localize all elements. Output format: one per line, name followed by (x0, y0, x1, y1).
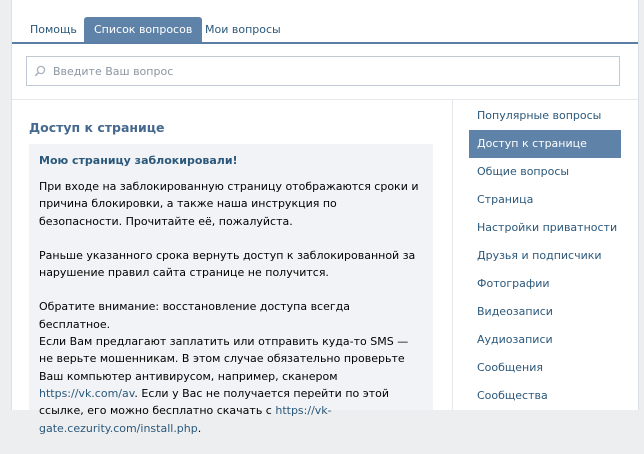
sidebar-item-popular[interactable]: Популярные вопросы (469, 102, 621, 130)
search-box[interactable] (26, 56, 620, 86)
answer-line: Обратите внимание: восстановление доступ… (39, 300, 350, 331)
section-heading: Доступ к странице (29, 120, 165, 135)
tab-help[interactable]: Помощь (20, 17, 87, 42)
sidebar-item-photos[interactable]: Фотографии (469, 270, 621, 298)
sidebar-item-videos[interactable]: Видеозаписи (469, 298, 621, 326)
sidebar-item-communities[interactable]: Сообщества (469, 382, 621, 410)
tab-question-list[interactable]: Список вопросов (84, 17, 203, 42)
search-icon (27, 57, 53, 85)
answer-paragraph-1: При входе на заблокированную страницу от… (39, 180, 419, 228)
tab-bar: Помощь Список вопросов Мои вопросы (12, 17, 638, 44)
sidebar-item-friends[interactable]: Друзья и подписчики (469, 242, 621, 270)
main-content: Доступ к странице Мою страницу заблокиро… (12, 101, 452, 435)
sidebar-item-page[interactable]: Страница (469, 186, 621, 214)
answer-paragraph-3: Обратите внимание: восстановление доступ… (39, 298, 423, 436)
tab-my-questions[interactable]: Мои вопросы (195, 17, 291, 42)
question-card: Мою страницу заблокировали! При входе на… (29, 144, 433, 435)
sidebar-item-general[interactable]: Общие вопросы (469, 158, 621, 186)
antivirus-link[interactable]: https://vk.com/av (39, 387, 134, 400)
sidebar-item-privacy[interactable]: Настройки приватности (469, 214, 621, 242)
question-title[interactable]: Мою страницу заблокировали! (39, 154, 238, 167)
answer-paragraph-2: Раньше указанного срока вернуть доступ к… (39, 248, 416, 280)
search-input[interactable] (53, 58, 619, 84)
answer-line: Если Вам предлагают заплатить или отправ… (39, 335, 409, 383)
sidebar-item-messages[interactable]: Сообщения (469, 354, 621, 382)
sidebar-item-page-access[interactable]: Доступ к странице (469, 130, 621, 158)
answer-line: . (197, 421, 202, 435)
question-answer: При входе на заблокированную страницу от… (39, 178, 423, 454)
category-sidebar: Популярные вопросы Доступ к странице Общ… (452, 100, 638, 410)
help-window: Помощь Список вопросов Мои вопросы Досту… (11, 0, 639, 435)
search-area (12, 44, 638, 100)
sidebar-item-audio[interactable]: Аудиозаписи (469, 326, 621, 354)
